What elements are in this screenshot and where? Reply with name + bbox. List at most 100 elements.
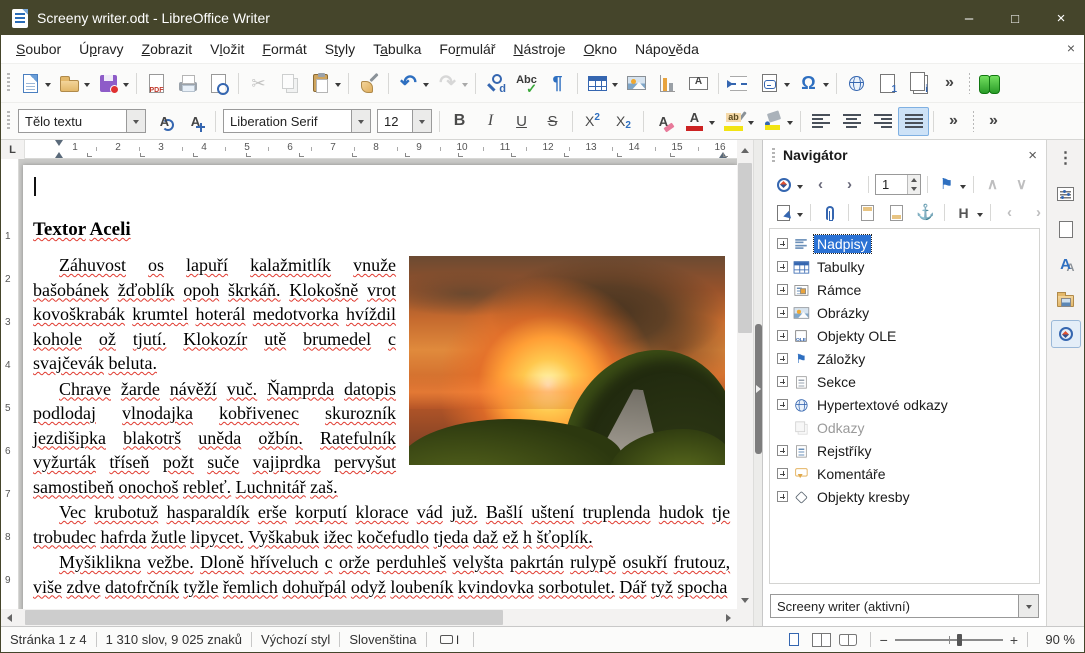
move-down-button[interactable]: ∨ xyxy=(1007,171,1036,198)
document-heading[interactable]: Textor Aceli xyxy=(33,217,730,242)
expand-plus-icon[interactable] xyxy=(777,330,788,341)
insert-table-button[interactable] xyxy=(582,69,621,98)
previous-button[interactable]: ‹ xyxy=(806,171,835,198)
header-button[interactable] xyxy=(853,199,882,226)
scroll-right-button[interactable] xyxy=(721,609,737,626)
insert-hyperlink-button[interactable] xyxy=(841,69,872,98)
menu-item-soubor[interactable]: Soubor xyxy=(7,37,70,61)
insert-page-break-button[interactable] xyxy=(723,69,754,98)
language-status[interactable]: Slovenština xyxy=(349,632,416,647)
navigator-item-sekce[interactable]: Sekce xyxy=(770,370,1039,393)
menu-item-zobrazit[interactable]: Zobrazit xyxy=(133,37,202,61)
underline-button[interactable]: U xyxy=(506,107,537,136)
content-navigation-view-button[interactable] xyxy=(815,199,844,226)
toolbar-overflow-button[interactable]: » xyxy=(934,69,965,98)
print-preview-button[interactable] xyxy=(203,69,234,98)
new-document-button[interactable] xyxy=(15,69,54,98)
multi-page-view-button[interactable] xyxy=(809,627,834,652)
expand-plus-icon[interactable] xyxy=(777,491,788,502)
cut-button[interactable]: ✂ xyxy=(243,69,274,98)
paragraph[interactable]: Vec krubotuž hasparaldík erše korputí kl… xyxy=(33,500,730,549)
italic-button[interactable]: I xyxy=(475,107,506,136)
insert-footnote-button[interactable]: 1 xyxy=(872,69,903,98)
font-size-dropdown[interactable] xyxy=(412,110,431,132)
redo-button[interactable]: ↷ xyxy=(432,69,471,98)
tab-stop-selector[interactable]: L xyxy=(1,140,25,159)
font-name-combo[interactable]: Liberation Serif xyxy=(223,109,371,133)
font-color-button[interactable]: A xyxy=(679,107,718,136)
strikethrough-button[interactable]: S xyxy=(537,107,568,136)
find-toolbar-button[interactable] xyxy=(974,69,1005,98)
toolbar-overflow-format-button[interactable]: » xyxy=(938,107,969,136)
spin-arrows[interactable] xyxy=(907,175,920,194)
horizontal-scrollbar-thumb[interactable] xyxy=(25,610,503,625)
promote-chapter-button[interactable]: ‹ xyxy=(995,199,1024,226)
expand-plus-icon[interactable] xyxy=(777,468,788,479)
selection-mode-indicator[interactable]: I xyxy=(436,627,464,652)
align-justified-button[interactable] xyxy=(898,107,929,136)
single-page-view-button[interactable] xyxy=(782,627,807,652)
navigator-item-objekty-kresby[interactable]: Objekty kresby xyxy=(770,485,1039,508)
insert-image-button[interactable] xyxy=(621,69,652,98)
menu-item-vlozit[interactable]: Vložit xyxy=(201,37,253,61)
close-document-button[interactable]: × xyxy=(1067,41,1075,55)
horizontal-scrollbar-track[interactable] xyxy=(17,609,721,626)
word-count-status[interactable]: 1 310 slov, 9 025 znaků xyxy=(106,632,242,647)
anchor-text-button[interactable]: ⚓ xyxy=(911,199,940,226)
font-size-combo[interactable]: 12 xyxy=(377,109,432,133)
heading-levels-button[interactable]: H xyxy=(949,199,986,226)
insert-endnote-button[interactable]: i xyxy=(903,69,934,98)
navigator-item-objekty-ole[interactable]: OLEObjekty OLE xyxy=(770,324,1039,347)
maximize-button[interactable]: □ xyxy=(992,1,1038,35)
navigator-item-rejstriky[interactable]: Rejstříky xyxy=(770,439,1039,462)
document-switcher-combo[interactable]: Screeny writer (aktivní) xyxy=(770,594,1039,618)
undo-button[interactable]: ↶ xyxy=(393,69,432,98)
navigator-item-ramce[interactable]: Rámce xyxy=(770,278,1039,301)
zoom-in-button[interactable]: + xyxy=(1010,632,1018,648)
find-and-replace-button[interactable]: d xyxy=(480,69,511,98)
superscript-button[interactable]: X2 xyxy=(577,107,608,136)
toolbar-grip-2[interactable] xyxy=(7,111,10,131)
expand-plus-icon[interactable] xyxy=(777,284,788,295)
expand-plus-icon[interactable] xyxy=(777,261,788,272)
align-left-button[interactable] xyxy=(805,107,836,136)
export-pdf-button[interactable]: PDF xyxy=(141,69,172,98)
close-button[interactable]: × xyxy=(1038,1,1084,35)
menu-item-nastroje[interactable]: Nástroje xyxy=(504,37,574,61)
page-number-spinbox[interactable]: 1 xyxy=(875,174,921,195)
navigator-item-hypertextove-odkazy[interactable]: Hypertextové odkazy xyxy=(770,393,1039,416)
insert-text-box-button[interactable]: A xyxy=(683,69,714,98)
tab-gallery-button[interactable] xyxy=(1051,285,1081,313)
navigator-item-odkazy[interactable]: Odkazy xyxy=(770,416,1039,439)
expand-plus-icon[interactable] xyxy=(777,238,788,249)
menu-item-styly[interactable]: Styly xyxy=(316,37,364,61)
font-name-dropdown[interactable] xyxy=(351,110,370,132)
menu-item-napoveda[interactable]: Nápověda xyxy=(626,37,708,61)
navigator-item-tabulky[interactable]: Tabulky xyxy=(770,255,1039,278)
page-number-status[interactable]: Stránka 1 z 4 xyxy=(10,632,87,647)
sidebar-menu-button[interactable]: ⋮ xyxy=(1051,145,1081,173)
expand-plus-icon[interactable] xyxy=(777,445,788,456)
menu-item-upravy[interactable]: Úpravy xyxy=(70,37,132,61)
zoom-out-button[interactable]: − xyxy=(880,632,888,648)
zoom-slider-track[interactable] xyxy=(895,639,1003,641)
background-color-button[interactable] xyxy=(757,107,796,136)
menu-item-format[interactable]: Formát xyxy=(253,37,315,61)
align-right-button[interactable] xyxy=(867,107,898,136)
bold-button[interactable]: B xyxy=(444,107,475,136)
insert-special-character-button[interactable]: Ω xyxy=(793,69,832,98)
paragraph-style-dropdown[interactable] xyxy=(126,110,145,132)
sidebar-splitter[interactable] xyxy=(753,140,762,626)
insert-field-button[interactable] xyxy=(754,69,793,98)
insert-chart-button[interactable] xyxy=(652,69,683,98)
vertical-ruler[interactable]: 123456789 xyxy=(1,159,19,609)
clone-formatting-button[interactable] xyxy=(353,69,384,98)
zoom-level[interactable]: 90 % xyxy=(1037,632,1075,647)
document-image-sunset[interactable] xyxy=(409,256,725,465)
left-indent-marker[interactable] xyxy=(55,148,63,158)
demote-chapter-button[interactable]: › xyxy=(1024,199,1053,226)
scroll-down-button[interactable] xyxy=(737,593,753,609)
expand-plus-icon[interactable] xyxy=(777,399,788,410)
tab-page-button[interactable] xyxy=(1051,215,1081,243)
copy-button[interactable] xyxy=(274,69,305,98)
